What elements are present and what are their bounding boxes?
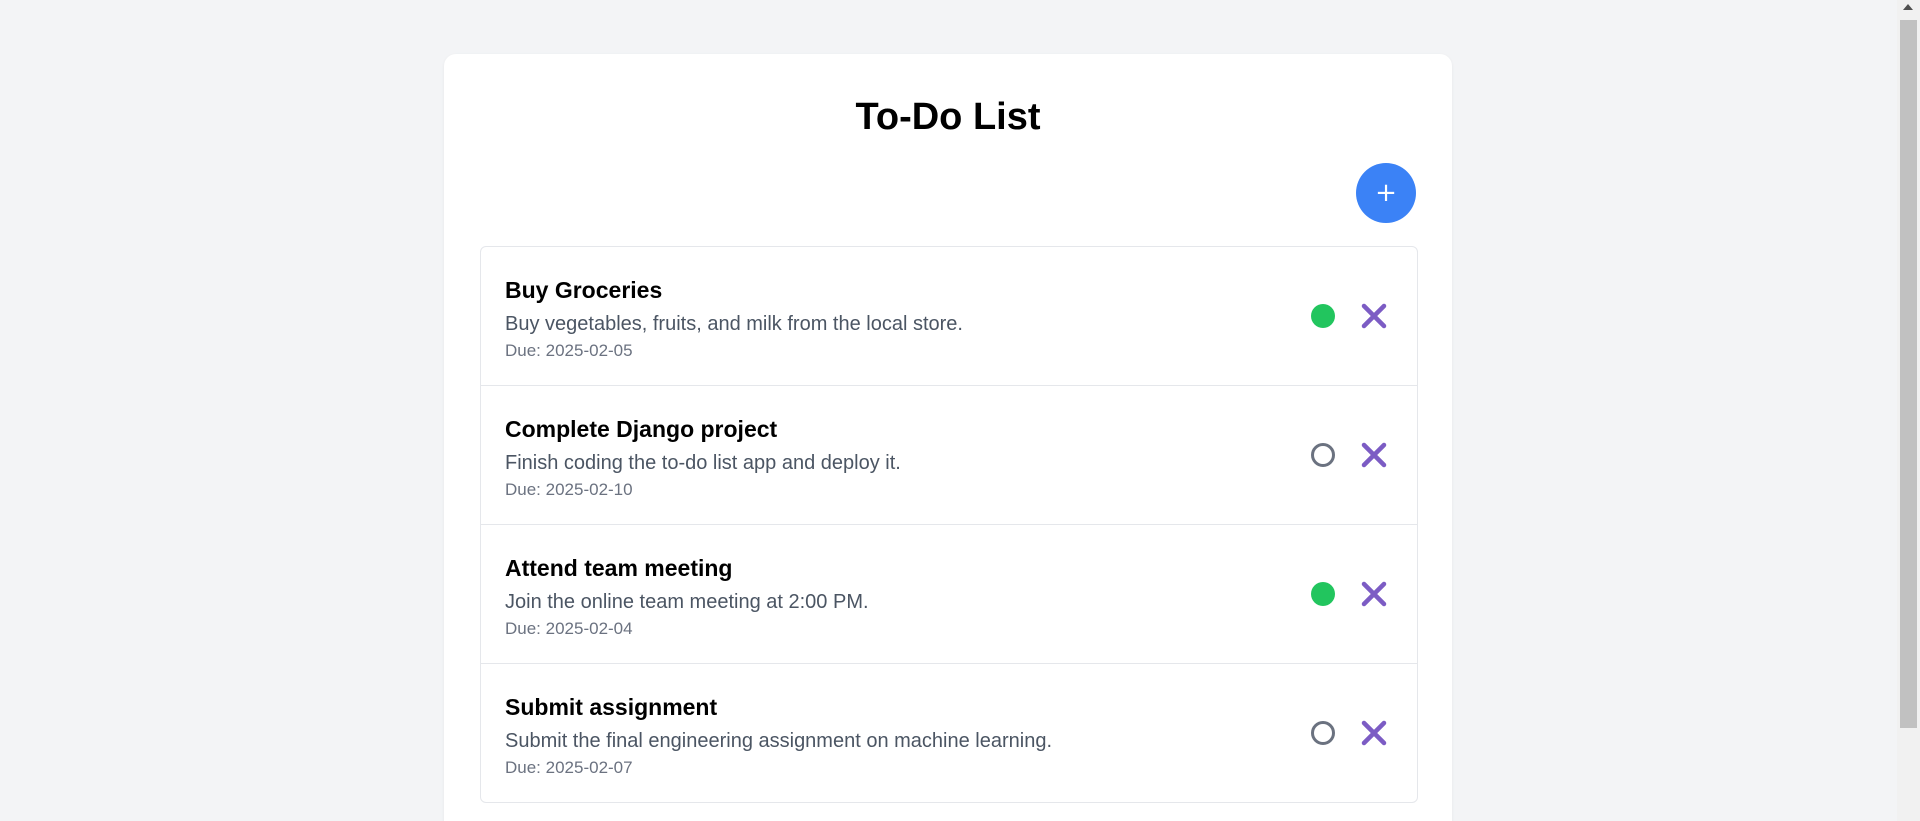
- status-toggle-icon[interactable]: [1311, 304, 1335, 328]
- task-description: Finish coding the to-do list app and dep…: [505, 452, 901, 474]
- task-due-date: Due: 2025-02-04: [505, 619, 633, 638]
- page-title: To-Do List: [855, 96, 1041, 138]
- task-title: Complete Django project: [505, 416, 778, 442]
- task-due-date: Due: 2025-02-05: [505, 341, 633, 360]
- task-title: Buy Groceries: [505, 277, 663, 303]
- task-row: Submit assignment Submit the final engin…: [481, 663, 1417, 802]
- task-due-date: Due: 2025-02-07: [505, 758, 633, 777]
- task-row: Buy Groceries Buy vegetables, fruits, an…: [481, 247, 1417, 385]
- task-description: Join the online team meeting at 2:00 PM.: [505, 591, 869, 613]
- delete-task-icon[interactable]: [1360, 719, 1388, 747]
- task-row: Complete Django project Finish coding th…: [481, 385, 1417, 524]
- vertical-scrollbar[interactable]: [1897, 0, 1920, 821]
- page: To-Do List + Buy Groceries Buy vegetable…: [0, 0, 1920, 821]
- scroll-up-arrow-icon[interactable]: [1903, 4, 1913, 10]
- scrollbar-thumb[interactable]: [1900, 20, 1917, 728]
- delete-task-icon[interactable]: [1360, 302, 1388, 330]
- task-due-date: Due: 2025-02-10: [505, 480, 633, 499]
- status-toggle-icon[interactable]: [1311, 582, 1335, 606]
- task-title: Attend team meeting: [505, 555, 733, 581]
- task-title: Submit assignment: [505, 694, 718, 720]
- delete-task-icon[interactable]: [1360, 441, 1388, 469]
- status-toggle-icon[interactable]: [1311, 443, 1335, 467]
- add-task-button[interactable]: +: [1356, 163, 1416, 223]
- status-toggle-icon[interactable]: [1311, 721, 1335, 745]
- delete-task-icon[interactable]: [1360, 580, 1388, 608]
- task-description: Buy vegetables, fruits, and milk from th…: [505, 313, 963, 335]
- task-description: Submit the final engineering assignment …: [505, 730, 1053, 752]
- task-list: Buy Groceries Buy vegetables, fruits, an…: [480, 246, 1418, 803]
- task-row: Attend team meeting Join the online team…: [481, 524, 1417, 663]
